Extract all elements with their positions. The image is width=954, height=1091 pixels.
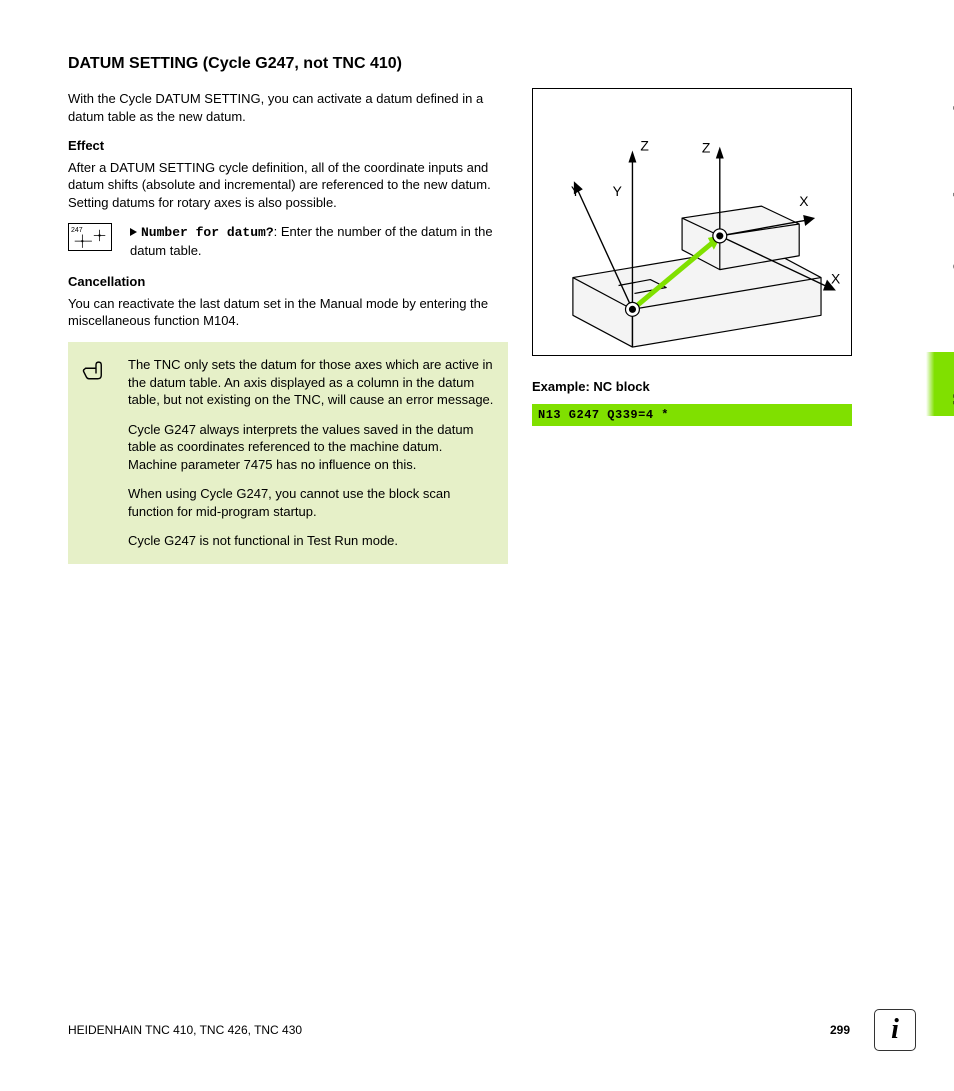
axis-z2: Z: [702, 140, 711, 156]
page-number: 299: [830, 1022, 850, 1038]
note-p1: The TNC only sets the datum for those ax…: [128, 356, 494, 409]
param-text: Number for datum?: Enter the number of t…: [130, 223, 508, 259]
param-label: Number for datum?: [141, 225, 274, 240]
note-p2: Cycle G247 always interprets the values …: [128, 421, 494, 474]
axis-x1: X: [799, 193, 808, 209]
note-box: The TNC only sets the datum for those ax…: [68, 342, 508, 564]
example-label: Example: NC block: [532, 378, 852, 396]
page-heading: DATUM SETTING (Cycle G247, not TNC 410): [68, 54, 508, 74]
cycle-icon: [68, 223, 112, 251]
info-icon: i: [874, 1009, 916, 1051]
intro-text: With the Cycle DATUM SETTING, you can ac…: [68, 90, 508, 125]
footer-left: HEIDENHAIN TNC 410, TNC 426, TNC 430: [68, 1022, 302, 1038]
axis-y1: Y: [571, 183, 580, 199]
axis-z1: Z: [640, 138, 649, 154]
cancellation-text: You can reactivate the last datum set in…: [68, 295, 508, 330]
nc-code-block: N13 G247 Q339=4 *: [532, 404, 852, 426]
triangle-icon: [130, 228, 137, 236]
datum-diagram: Z Z Y Y X X: [532, 88, 852, 356]
hand-icon: [82, 356, 112, 550]
axis-y2: Y: [613, 183, 622, 199]
note-p3: When using Cycle G247, you cannot use th…: [128, 485, 494, 520]
section-tab: 8.9 Coordinate Transformation Cycles: [948, 40, 954, 510]
effect-title: Effect: [68, 137, 508, 155]
effect-text: After a DATUM SETTING cycle definition, …: [68, 159, 508, 212]
cancellation-title: Cancellation: [68, 273, 508, 291]
note-p4: Cycle G247 is not functional in Test Run…: [128, 532, 494, 550]
axis-x2: X: [831, 271, 840, 287]
